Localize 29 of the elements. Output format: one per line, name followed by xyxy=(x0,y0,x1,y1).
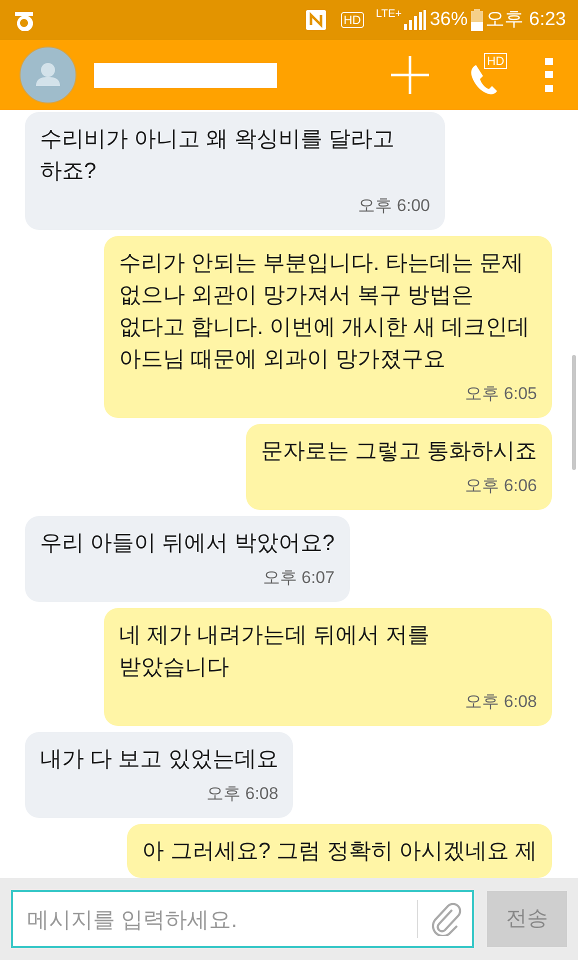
message-text: 문자로는 그렇고 통화하시죠 xyxy=(260,437,537,465)
paperclip-icon[interactable] xyxy=(430,902,462,936)
message-time: 오후 6:06 xyxy=(465,475,537,497)
network-type: LTE+ xyxy=(376,8,402,20)
avatar-icon[interactable] xyxy=(19,46,77,104)
message-time: 오후 6:07 xyxy=(262,567,335,589)
message-text: 수리비가 아니고 왜 왁싱비를 달라고 하죠? xyxy=(40,125,396,185)
battery-icon xyxy=(470,9,483,31)
clock: 오후 6:23 xyxy=(486,8,566,32)
message-input[interactable]: 메시지를 입력하세요. xyxy=(27,902,405,936)
message-text: 네 제가 내려가는데 뒤에서 저를 받았습니다 xyxy=(119,621,430,681)
more-icon[interactable] xyxy=(544,58,554,92)
message-text: 수리가 안되는 부분입니다. 타는데는 문제 없으나 외관이 망가져서 복구 방법은 없다고 합니다. 이번에 개시한 새 데크인데 아드님 때문에 외과이 망가졌구요 xyxy=(119,249,531,373)
message-text: 우리 아들이 뒤에서 박았어요? xyxy=(40,529,335,557)
message-text: 내가 다 보고 있었는데요 xyxy=(40,745,278,773)
signal-icon xyxy=(404,10,426,30)
carrier-logo-icon xyxy=(12,9,36,31)
message-time: 오후 6:08 xyxy=(465,691,537,713)
hd-voice-indicator: HD xyxy=(340,12,364,28)
nfc-icon xyxy=(304,9,327,31)
send-button[interactable]: 전송 xyxy=(487,891,567,947)
message-input-field[interactable]: 메시지를 입력하세요. xyxy=(11,890,474,948)
message-time: 오후 6:05 xyxy=(465,383,537,405)
message-time: 오후 6:00 xyxy=(358,195,430,217)
battery-percent: 36% xyxy=(430,8,468,32)
add-icon[interactable] xyxy=(390,55,430,95)
message-text: 아 그러세요? 그럼 정확히 아시겠네요 제 xyxy=(142,837,537,865)
message-time: 오후 6:08 xyxy=(206,783,278,805)
hd-call-button[interactable]: HD xyxy=(470,55,510,95)
